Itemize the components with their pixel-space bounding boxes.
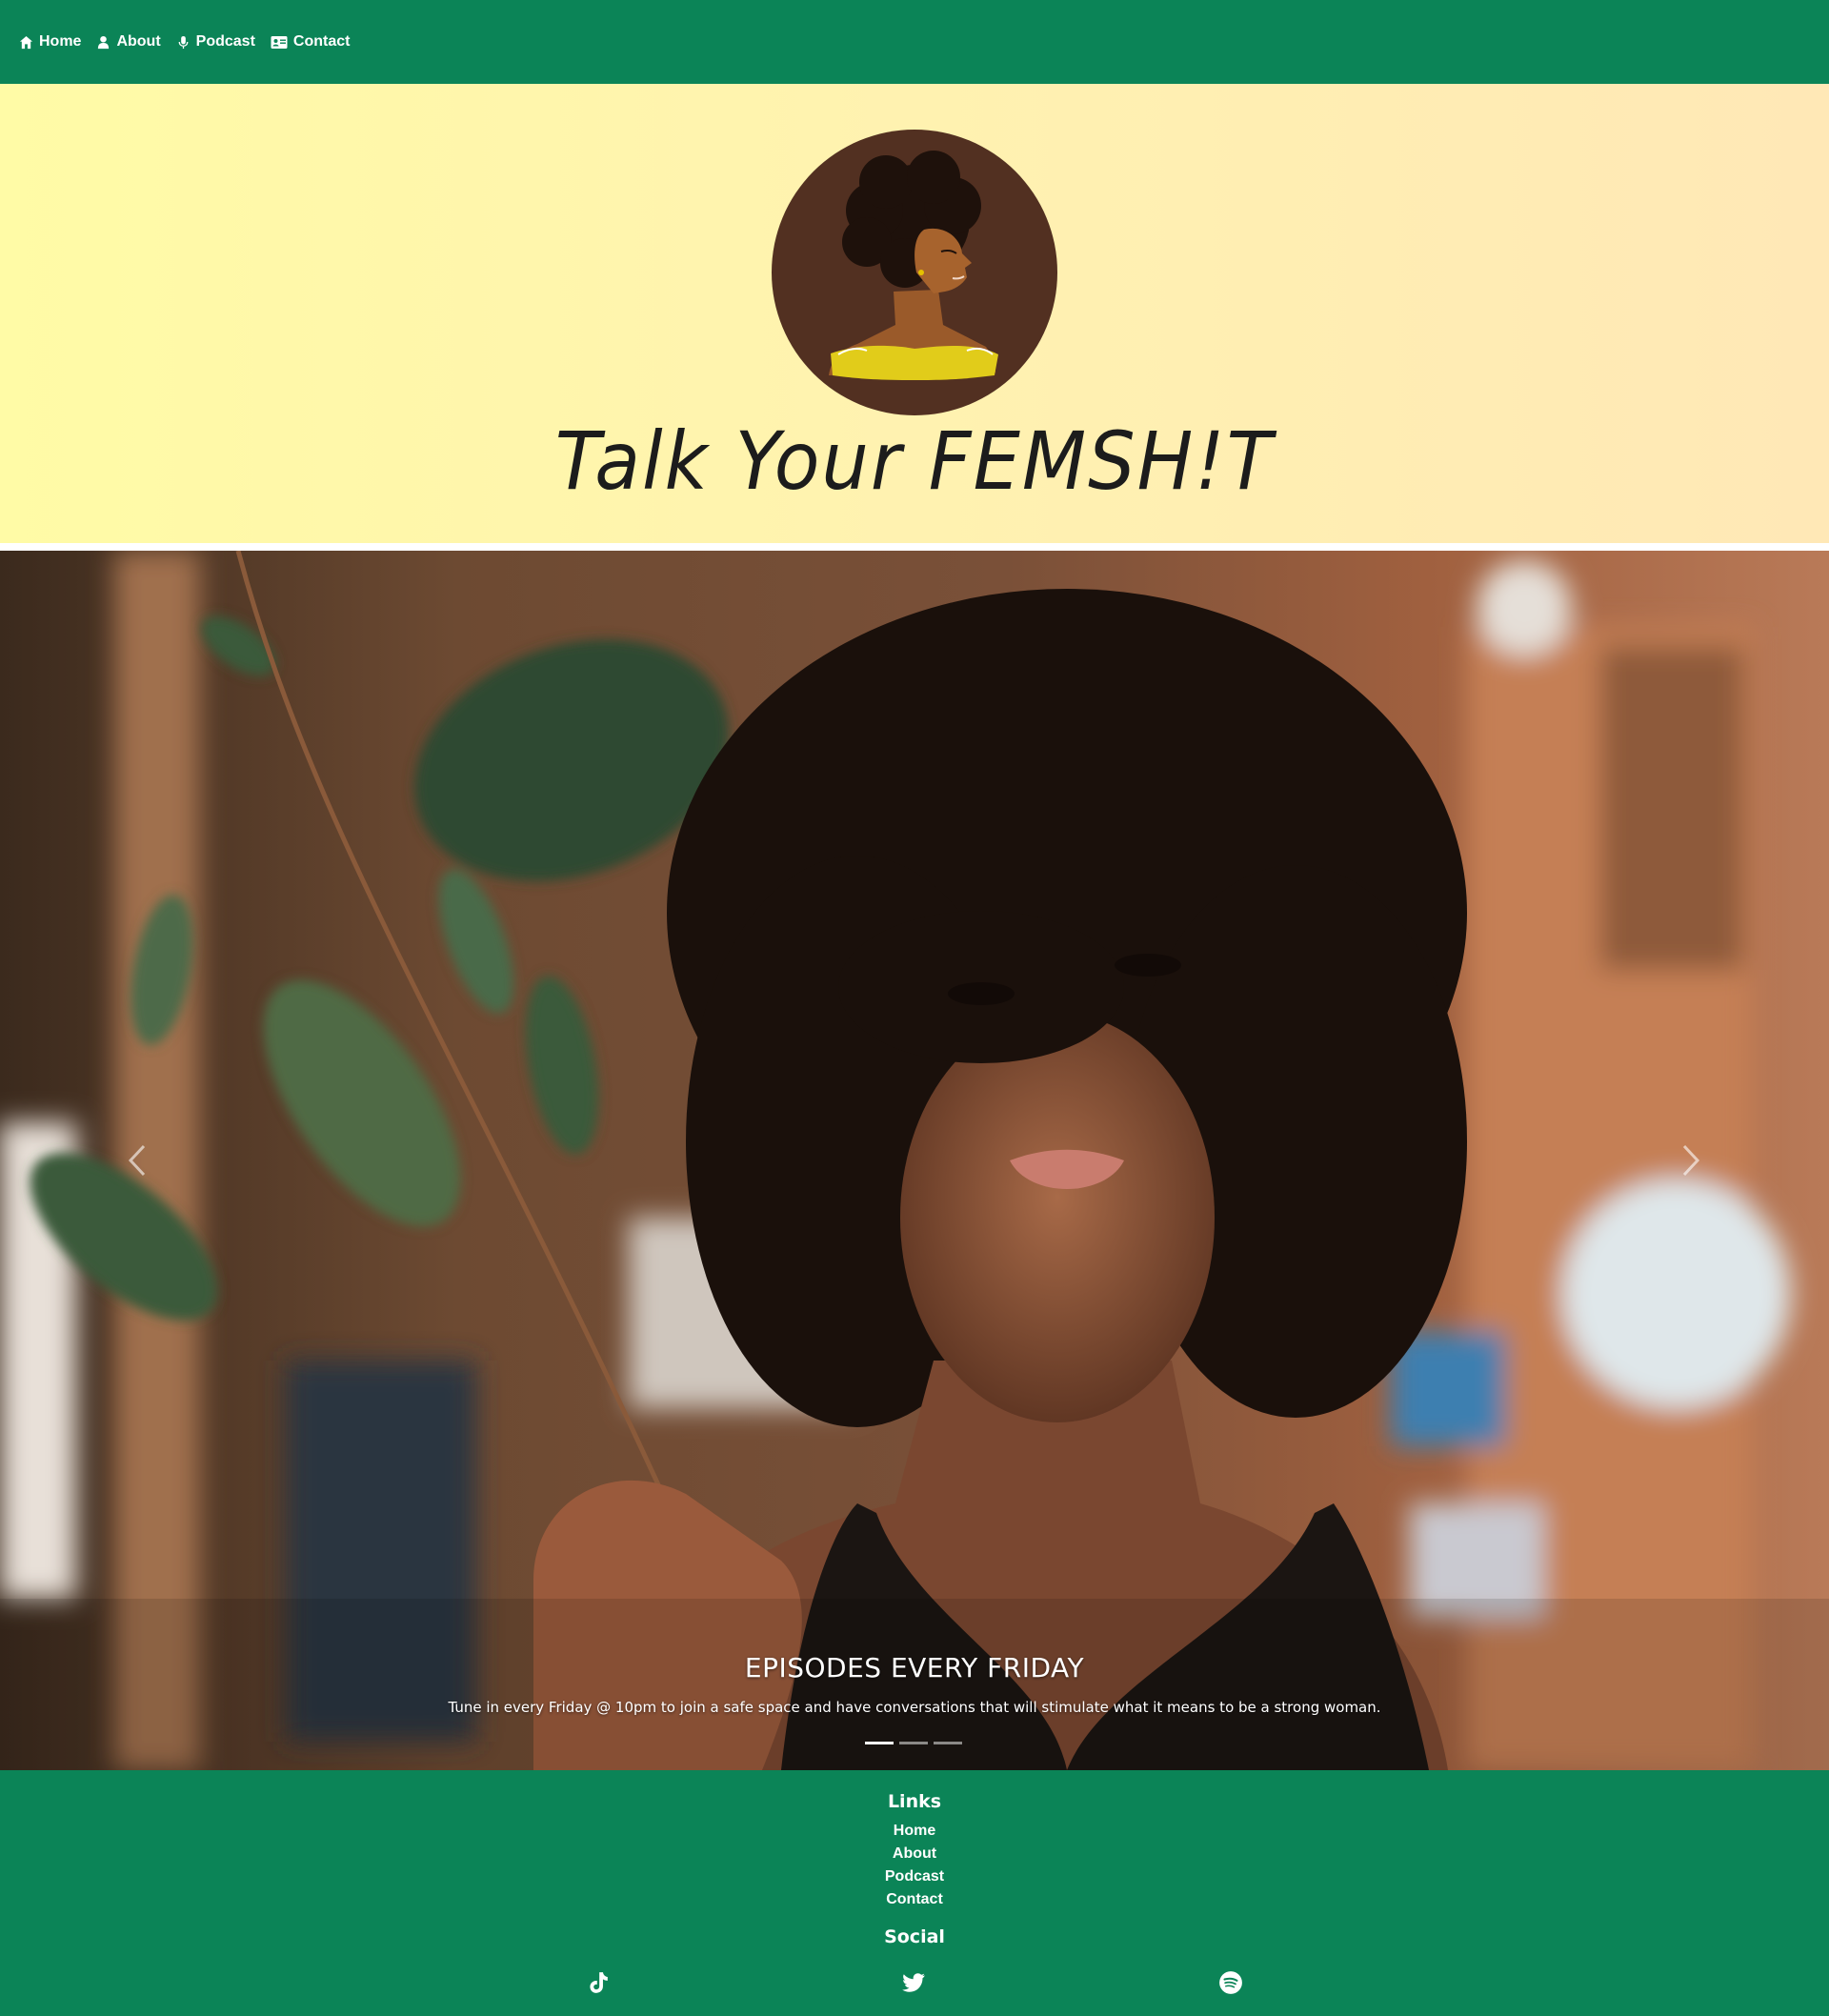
twitter-icon <box>902 1973 925 1992</box>
tiktok-link[interactable] <box>585 1970 610 1995</box>
carousel-indicator-1[interactable] <box>865 1742 894 1744</box>
chevron-left-icon <box>128 1144 146 1177</box>
id-card-icon <box>271 35 288 49</box>
spotify-icon <box>1219 1971 1242 1994</box>
footer-links-heading: Links <box>887 1791 942 1812</box>
site-header: Talk Your FEMSH!T <box>0 84 1829 543</box>
footer-link-contact[interactable]: Contact <box>0 1888 1829 1911</box>
social-icons-row <box>0 1970 1829 1999</box>
twitter-link[interactable] <box>901 1970 926 1995</box>
nav-podcast-label: Podcast <box>195 33 255 50</box>
carousel-indicator-3[interactable] <box>934 1742 962 1744</box>
nav-contact-label: Contact <box>292 33 351 50</box>
hero-carousel: EPISODES EVERY FRIDAY Tune in every Frid… <box>0 551 1829 1770</box>
nav-contact-link[interactable]: Contact <box>271 33 351 50</box>
chevron-right-icon <box>1682 1144 1700 1177</box>
tiktok-icon <box>590 1972 608 1993</box>
footer-link-podcast[interactable]: Podcast <box>0 1865 1829 1888</box>
microphone-icon <box>178 35 189 49</box>
user-icon <box>98 35 110 49</box>
carousel-caption: EPISODES EVERY FRIDAY Tune in every Frid… <box>0 1652 1829 1716</box>
section-divider <box>0 543 1829 551</box>
carousel-next-button[interactable] <box>1662 1113 1719 1208</box>
spotify-link[interactable] <box>1218 1970 1243 1995</box>
footer-link-about[interactable]: About <box>0 1843 1829 1865</box>
caption-text: Tune in every Friday @ 10pm to join a sa… <box>448 1699 1381 1716</box>
nav-home-label: Home <box>39 33 82 50</box>
carousel-indicators <box>865 1742 962 1744</box>
home-icon <box>19 35 33 49</box>
top-navbar: Home About Podcast Contact <box>0 0 1829 84</box>
site-footer: Links Home About Podcast Contact Social <box>0 1770 1829 2016</box>
hero-photo <box>0 551 1829 1770</box>
caption-title: EPISODES EVERY FRIDAY <box>744 1652 1085 1683</box>
footer-link-home[interactable]: Home <box>0 1820 1829 1843</box>
nav-home-link[interactable]: Home <box>19 33 81 50</box>
nav-about-label: About <box>116 33 161 50</box>
footer-social-heading: Social <box>884 1926 945 1947</box>
footer-links-list: Home About Podcast Contact <box>0 1820 1829 1911</box>
woman-silhouette-logo <box>772 130 1057 415</box>
carousel-prev-button[interactable] <box>109 1113 166 1208</box>
nav-podcast-link[interactable]: Podcast <box>176 33 255 50</box>
nav-about-link[interactable]: About <box>96 33 161 50</box>
site-title: Talk Your FEMSH!T <box>554 415 1275 509</box>
carousel-indicator-2[interactable] <box>899 1742 928 1744</box>
